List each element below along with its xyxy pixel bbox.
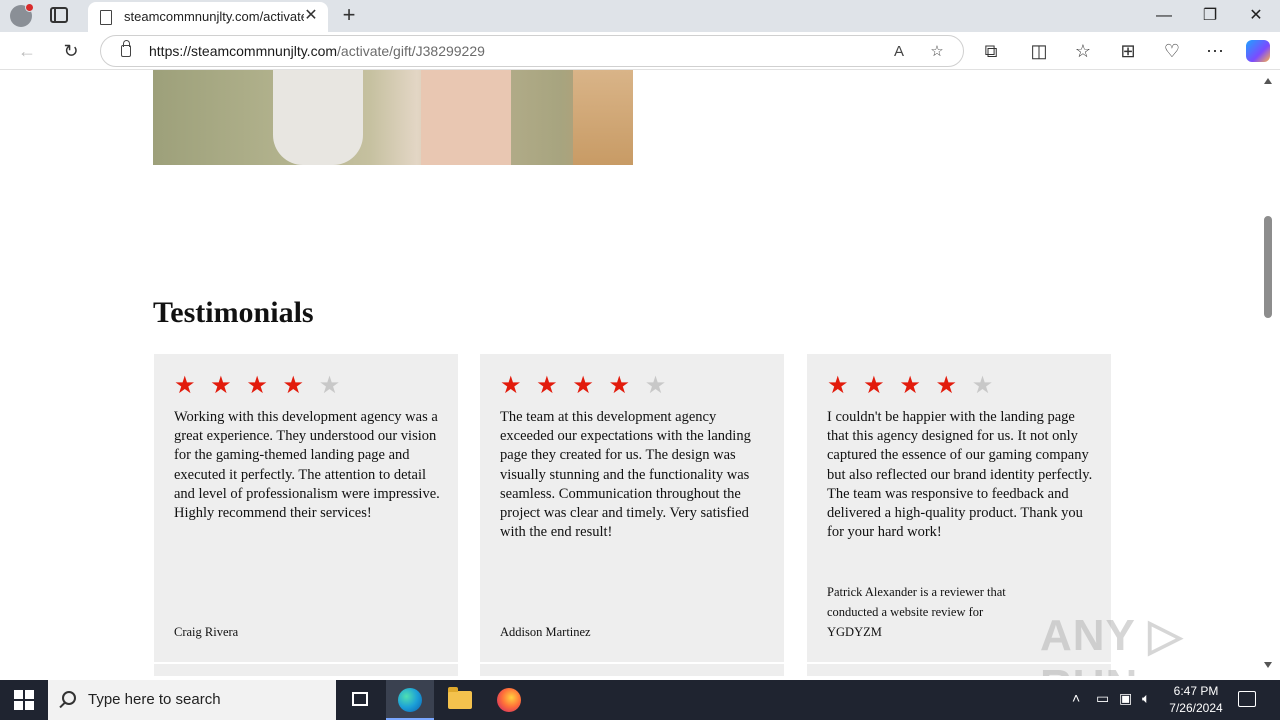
star-empty-icon: ★: [318, 372, 345, 399]
task-view-icon: [352, 692, 368, 706]
back-arrow-icon[interactable]: ←: [16, 40, 38, 62]
testimonial-card: [154, 664, 458, 676]
testimonial-text: Working with this development agency was…: [174, 409, 440, 522]
star-empty-icon: ★: [644, 372, 671, 399]
page-icon: [100, 10, 112, 25]
star-rating: ★ ★ ★ ★ ★: [174, 372, 344, 400]
star-empty-icon: ★: [971, 372, 998, 399]
tray-device-icon[interactable]: ▭: [1096, 690, 1109, 707]
hero-image: [153, 70, 633, 165]
new-tab-button[interactable]: +: [338, 4, 360, 26]
tab-close-button[interactable]: ✕: [302, 7, 320, 25]
browser-essentials-icon[interactable]: ♡: [1161, 40, 1183, 62]
collections-icon[interactable]: ⊞: [1117, 40, 1139, 62]
anyrun-watermark: ANY ▷ RUN: [1040, 611, 1184, 676]
edge-icon: [398, 688, 422, 712]
notification-center-icon[interactable]: [1238, 691, 1256, 707]
scroll-up-arrow-icon[interactable]: [1264, 78, 1272, 84]
section-title: Testimonials: [153, 296, 314, 329]
hero-image-detail: [421, 70, 511, 165]
windows-start-icon[interactable]: [14, 690, 34, 710]
page-viewport: Testimonials ★ ★ ★ ★ ★ Working with this…: [4, 70, 1260, 676]
tab-strip: steamcommnunjlty.com/activate/gift/J3829…: [0, 0, 1280, 32]
url-text[interactable]: https://steamcommnunjlty.com/activate/gi…: [149, 43, 485, 59]
tray-chevron-icon[interactable]: ˄: [1072, 690, 1080, 706]
read-aloud-icon[interactable]: A: [889, 42, 909, 62]
testimonial-card: ★ ★ ★ ★ ★ The team at this development a…: [480, 354, 784, 662]
testimonial-author: Addison Martinez: [500, 625, 591, 639]
url-host: https://steamcommnunjlty.com: [149, 43, 338, 59]
star-filled-icon: ★ ★ ★ ★: [174, 372, 309, 399]
testimonial-text: The team at this development agency exce…: [500, 409, 751, 541]
testimonial-author: Craig Rivera: [174, 625, 239, 639]
copilot-icon[interactable]: [1246, 40, 1270, 62]
close-window-button[interactable]: ✕: [1236, 4, 1276, 28]
star-filled-icon: ★ ★ ★ ★: [500, 372, 635, 399]
clock-time: 6:47 PM: [1173, 684, 1219, 698]
taskbar-search-box[interactable]: Type here to search: [48, 680, 336, 720]
system-clock[interactable]: 6:47 PM 7/26/2024: [1160, 683, 1232, 717]
testimonial-author: Patrick Alexander is a reviewer that con…: [827, 585, 1006, 639]
favorite-star-icon[interactable]: ☆: [927, 42, 947, 62]
extensions-icon[interactable]: ⧉: [980, 40, 1002, 62]
tab-title: steamcommnunjlty.com/activate/gift/J3829…: [124, 9, 304, 24]
favorites-icon[interactable]: ☆: [1072, 40, 1094, 62]
split-screen-icon[interactable]: ◫: [1028, 40, 1050, 62]
file-explorer-taskbar-button[interactable]: [436, 680, 484, 720]
restore-button[interactable]: ❐: [1190, 4, 1230, 28]
refresh-icon[interactable]: ↻: [60, 40, 82, 62]
scrollbar-thumb[interactable]: [1264, 216, 1272, 318]
volume-icon[interactable]: 🔈︎: [1142, 690, 1150, 707]
search-placeholder: Type here to search: [88, 691, 221, 708]
navigation-bar: ← ↻ https://steamcommnunjlty.com/activat…: [0, 32, 1280, 70]
hero-image-detail: [273, 70, 363, 165]
hero-image-detail: [573, 70, 633, 165]
network-icon[interactable]: ▣: [1119, 690, 1132, 707]
tab-actions-icon[interactable]: [50, 7, 68, 23]
task-view-button[interactable]: [336, 680, 384, 720]
star-rating: ★ ★ ★ ★ ★: [500, 372, 670, 400]
scroll-down-arrow-icon[interactable]: [1264, 662, 1272, 668]
testimonial-card: [480, 664, 784, 676]
profile-avatar-icon[interactable]: [10, 3, 34, 27]
star-rating: ★ ★ ★ ★ ★: [827, 372, 997, 400]
star-filled-icon: ★ ★ ★ ★: [827, 372, 962, 399]
more-menu-icon[interactable]: ⋯: [1204, 40, 1226, 62]
search-icon: [62, 691, 76, 705]
firefox-taskbar-button[interactable]: [485, 680, 533, 720]
testimonial-card: ★ ★ ★ ★ ★ Working with this development …: [154, 354, 458, 662]
address-bar[interactable]: https://steamcommnunjlty.com/activate/gi…: [100, 35, 964, 67]
browser-tab[interactable]: steamcommnunjlty.com/activate/gift/J3829…: [88, 2, 328, 32]
windows-taskbar: Type here to search ˄ ▭ ▣ 🔈︎ 6:47 PM 7/2…: [0, 680, 1280, 720]
firefox-icon: [497, 688, 521, 712]
url-path: /activate/gift/J38299229: [337, 43, 485, 59]
minimize-button[interactable]: —: [1144, 4, 1184, 28]
clock-date: 7/26/2024: [1169, 701, 1223, 715]
folder-icon: [448, 687, 472, 709]
lock-icon[interactable]: [121, 40, 131, 57]
edge-taskbar-button[interactable]: [386, 680, 434, 720]
page-scrollbar[interactable]: [1260, 70, 1276, 676]
testimonial-text: I couldn't be happier with the landing p…: [827, 409, 1093, 541]
